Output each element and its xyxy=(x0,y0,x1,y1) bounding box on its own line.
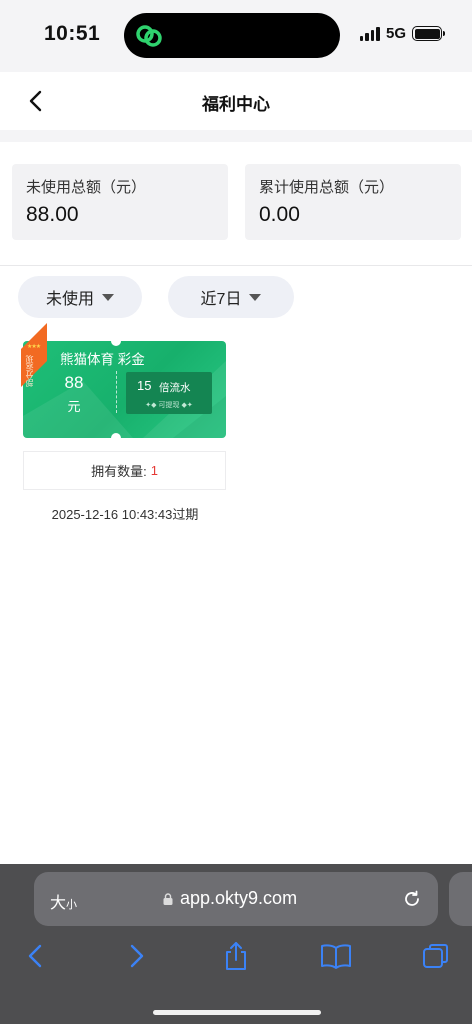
wager-multiplier: 15 xyxy=(137,378,152,393)
status-bar: 10:51 5G xyxy=(0,0,472,72)
coupon-title: 熊猫体育 彩金 xyxy=(60,352,145,367)
status-indicators: 5G xyxy=(359,25,445,42)
caret-down-icon xyxy=(249,293,262,301)
next-tab-preview[interactable] xyxy=(449,872,472,926)
url-text: app.okty9.com xyxy=(180,888,298,908)
used-total-label: 累计使用总额（元） xyxy=(259,179,395,196)
used-total-value: 0.00 xyxy=(259,203,300,226)
coupon-ribbon-text: 部分返现 xyxy=(25,355,34,387)
address-bar[interactable]: 大小 app.okty9.com xyxy=(34,872,438,926)
coupon-amount: 88 xyxy=(64,373,84,392)
home-indicator[interactable] xyxy=(153,1010,321,1015)
chevron-left-icon xyxy=(28,944,42,968)
count-value: 1 xyxy=(150,463,158,478)
coupon-unit: 元 xyxy=(67,399,81,414)
battery-icon xyxy=(412,26,445,41)
used-total-card: 累计使用总额（元） 0.00 xyxy=(245,164,461,240)
bookmarks-icon xyxy=(321,944,351,969)
coupon-scallop-edge xyxy=(223,341,229,438)
status-filter-label: 未使用 xyxy=(45,291,94,308)
share-button[interactable] xyxy=(219,939,253,973)
coupon-wager-box: 15 倍流水 ✦◆ 可提现 ◆✦ xyxy=(126,372,212,414)
link-activity-icon xyxy=(136,25,162,47)
tabs-icon xyxy=(423,944,448,968)
period-filter-dropdown[interactable]: 近7日 xyxy=(168,276,294,318)
wager-label: 倍流水 xyxy=(159,382,191,394)
coupon-count: 拥有数量: 1 xyxy=(23,451,226,490)
ribbon-stars-icon: ★★★ xyxy=(27,344,41,350)
signal-icon xyxy=(359,26,380,41)
section-divider xyxy=(0,130,472,142)
coupon-notch-bottom xyxy=(111,433,121,443)
unused-total-label: 未使用总额（元） xyxy=(26,179,147,196)
coupon-body: 熊猫体育 彩金 88 元 15 倍流水 ✦◆ 可提现 ◆✦ xyxy=(23,341,226,438)
share-icon xyxy=(226,942,246,970)
unused-total-value: 88.00 xyxy=(26,203,79,226)
browser-forward-button[interactable] xyxy=(120,939,154,973)
summary-section: 未使用总额（元） 88.00 累计使用总额（元） 0.00 xyxy=(0,142,472,266)
count-label: 拥有数量: xyxy=(91,464,147,479)
page-title: 福利中心 xyxy=(202,95,270,114)
coupon-card[interactable]: 熊猫体育 彩金 88 元 15 倍流水 ✦◆ 可提现 ◆✦ ★★★ 部分返现 xyxy=(21,323,229,443)
status-filter-dropdown[interactable]: 未使用 xyxy=(18,276,142,318)
caret-down-icon xyxy=(102,293,114,301)
lock-icon xyxy=(163,893,173,905)
network-type: 5G xyxy=(385,25,406,42)
status-time: 10:51 xyxy=(44,22,101,45)
browser-toolbar: 大小 app.okty9.com xyxy=(0,864,472,1024)
bookmarks-button[interactable] xyxy=(319,939,353,973)
withdraw-note: ✦◆ 可提现 ◆✦ xyxy=(145,402,193,409)
chevron-right-icon xyxy=(130,944,144,968)
browser-back-button[interactable] xyxy=(18,939,52,973)
coupon-separator xyxy=(116,371,117,413)
unused-total-card: 未使用总额（元） 88.00 xyxy=(12,164,228,240)
coupon-expiry: 2025-12-16 10:43:43过期 xyxy=(51,507,199,522)
tabs-button[interactable] xyxy=(419,939,453,973)
nav-header: 福利中心 xyxy=(0,72,472,130)
coupon-notch-top xyxy=(111,336,121,346)
reload-icon[interactable] xyxy=(402,889,422,909)
text-size-button[interactable]: 大小 xyxy=(50,889,77,913)
period-filter-label: 近7日 xyxy=(200,291,242,308)
dynamic-island xyxy=(124,13,340,58)
